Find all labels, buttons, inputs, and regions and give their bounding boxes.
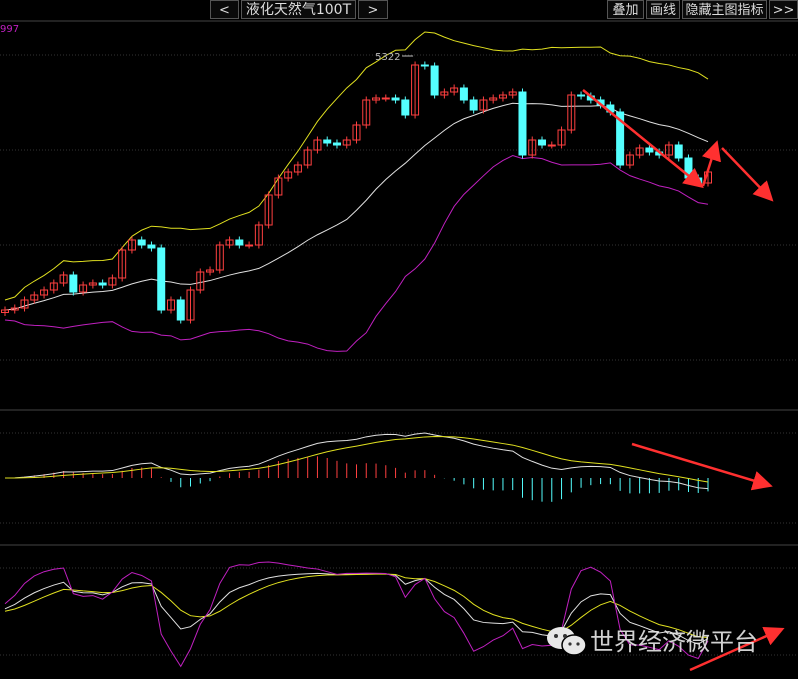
- candle-body: [645, 147, 654, 153]
- draw-line-button[interactable]: 画线: [646, 0, 680, 19]
- candle-body: [391, 97, 400, 101]
- candle-body: [245, 244, 254, 247]
- next-symbol-button[interactable]: >: [358, 0, 388, 19]
- candle-body: [547, 144, 556, 147]
- annotation-arrow: [701, 140, 721, 187]
- annotation-arrow: [721, 147, 774, 202]
- annotation-arrow: [631, 442, 773, 491]
- wechat-icon: [547, 627, 587, 656]
- annotation-arrow: [582, 89, 704, 189]
- prev-symbol-button[interactable]: <: [210, 0, 239, 19]
- hide-main-indicator-button[interactable]: 隐藏主图指标: [682, 0, 767, 19]
- candle-body: [401, 99, 410, 116]
- candle-body: [323, 139, 332, 144]
- candle-body: [137, 239, 146, 246]
- candle-body: [176, 299, 185, 321]
- candle-body: [430, 65, 439, 96]
- watermark-text: 世界经济微平台: [590, 628, 758, 656]
- candle-body: [459, 87, 468, 101]
- boll-upper-line: [4, 31, 709, 301]
- candle-body: [332, 142, 341, 146]
- candle-body: [577, 94, 586, 97]
- candle-body: [235, 239, 244, 246]
- price-axis-label: 997: [0, 24, 20, 35]
- candle-body: [157, 247, 166, 311]
- candle-body: [69, 274, 78, 293]
- peak-price-label: 5322: [375, 52, 400, 63]
- candle-body: [420, 64, 429, 67]
- chart-canvas[interactable]: 5322: [0, 0, 798, 679]
- macd-dif-line: [4, 432, 709, 490]
- candle-body: [469, 99, 478, 111]
- boll-lower-line: [4, 154, 709, 352]
- symbol-title: 液化天然气100T: [241, 0, 356, 19]
- candle-body: [538, 139, 547, 146]
- candle-body: [98, 282, 107, 286]
- more-button[interactable]: >>: [769, 0, 798, 19]
- candle-body: [381, 97, 390, 100]
- candle-body: [518, 91, 527, 156]
- candle-body: [147, 244, 156, 249]
- candle-body: [674, 144, 683, 159]
- overlay-button[interactable]: 叠加: [607, 0, 644, 19]
